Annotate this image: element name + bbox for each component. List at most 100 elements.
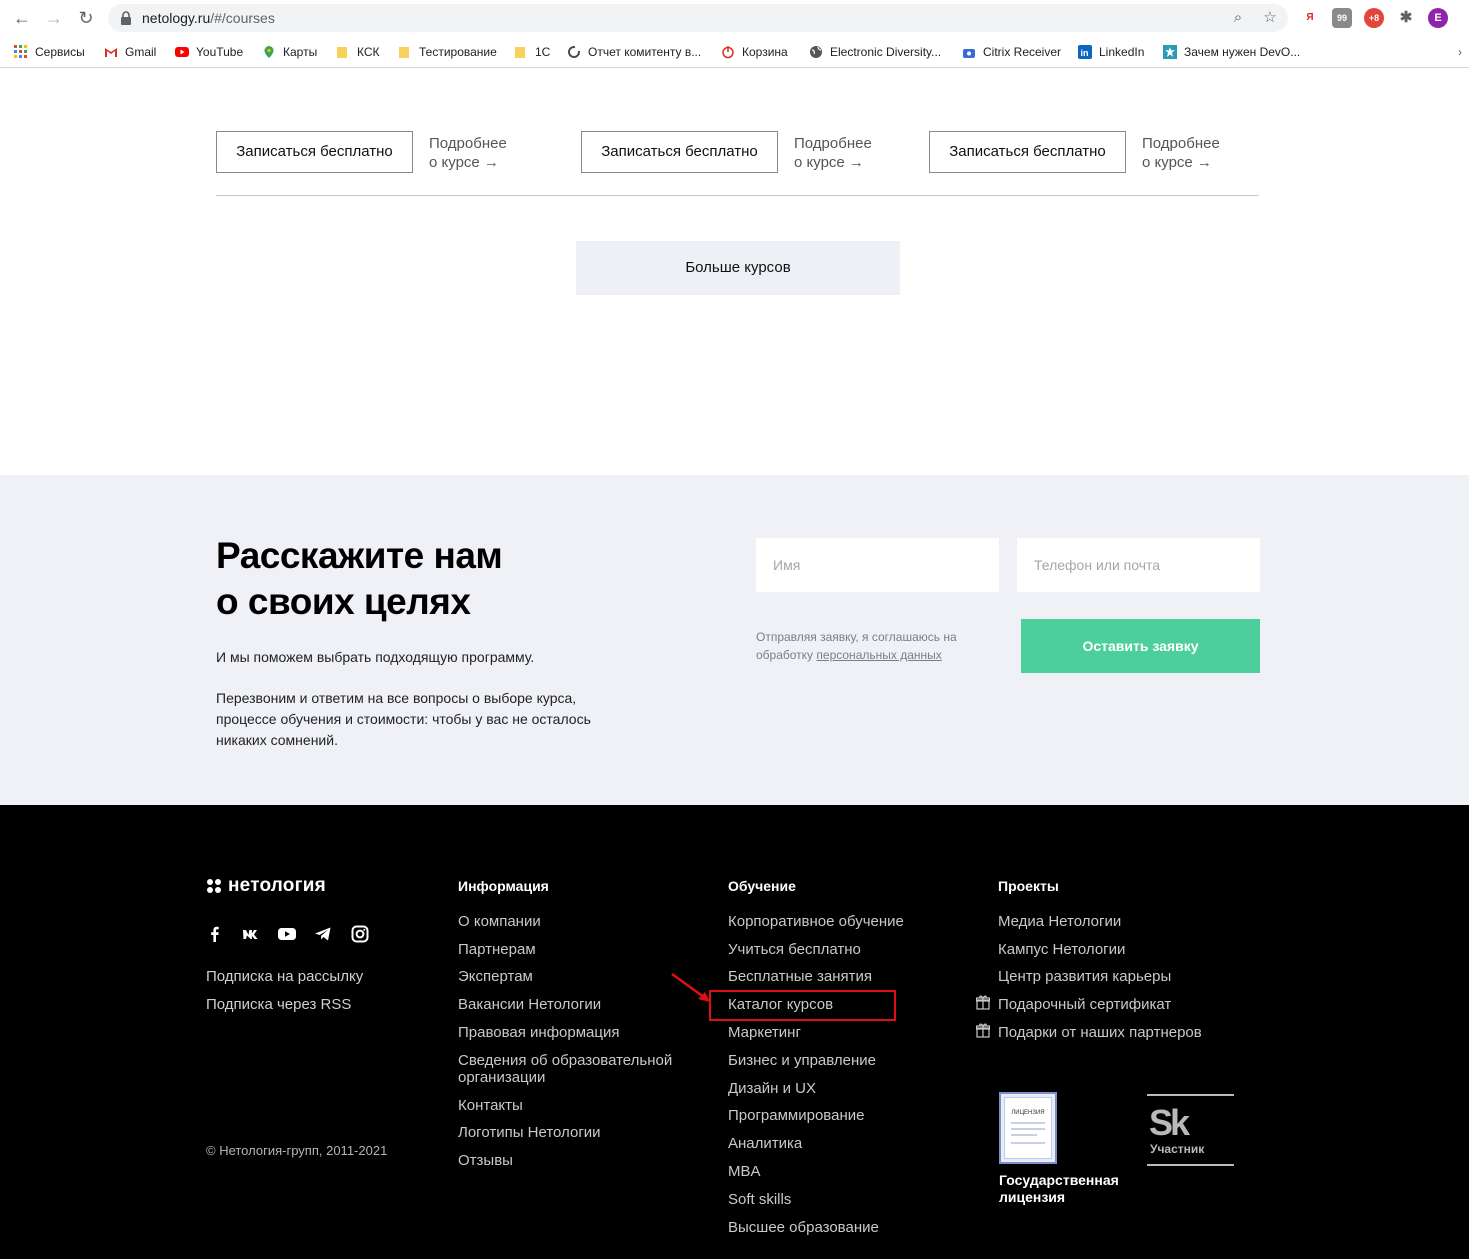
bookmark-citrix[interactable]: Citrix Receiver xyxy=(962,42,1061,62)
forward-arrow-icon[interactable]: → xyxy=(42,6,66,30)
contact-input[interactable]: Телефон или почта xyxy=(1017,538,1260,592)
footer-link-logos[interactable]: Логотипы Нетологии xyxy=(458,1124,601,1141)
yandex-extension-icon[interactable]: Я xyxy=(1300,8,1320,28)
consent-text: Отправляя заявку, я соглашаюсь на обрабо… xyxy=(756,628,996,664)
license-document-image[interactable]: ЛИЦЕНЗИЯ xyxy=(999,1092,1057,1164)
bookmark-maps[interactable]: Карты xyxy=(262,42,317,62)
footer-link-contacts[interactable]: Контакты xyxy=(458,1097,523,1114)
bookmark-trash[interactable]: Корзина xyxy=(721,42,788,62)
bookmark-label: 1С xyxy=(535,45,551,59)
sk-participant-text: Участник xyxy=(1150,1142,1205,1156)
bookmark-1c[interactable]: 1С xyxy=(514,42,550,62)
footer-link-partners[interactable]: Партнерам xyxy=(458,941,536,958)
youtube-icon[interactable] xyxy=(278,925,296,943)
more-line: Подробнее xyxy=(794,135,872,152)
footer-link-campus[interactable]: Кампус Нетологии xyxy=(998,941,1125,958)
footer-link-media[interactable]: Медиа Нетологии xyxy=(998,913,1121,930)
refresh-circle-icon xyxy=(568,46,580,58)
personal-data-link[interactable]: персональных данных xyxy=(816,648,941,662)
more-line: о курсе → xyxy=(429,154,499,171)
bookmarks-overflow-icon[interactable]: › xyxy=(1458,42,1462,62)
submit-request-button[interactable]: Оставить заявку xyxy=(1021,619,1260,673)
footer-link-gift-certificate[interactable]: Подарочный сертификат xyxy=(998,996,1171,1013)
skolkovo-participant-logo[interactable]: Sk Участник xyxy=(1147,1094,1234,1166)
bookmark-youtube[interactable]: YouTube xyxy=(175,42,243,62)
footer-link-partner-gifts[interactable]: Подарки от наших партнеров xyxy=(998,1024,1202,1041)
footer-link-business[interactable]: Бизнес и управление xyxy=(728,1052,876,1069)
bookmark-services[interactable]: Сервисы xyxy=(14,42,85,62)
zoom-icon[interactable]: ⌕ xyxy=(1228,8,1248,28)
footer-link-edu-info[interactable]: Сведения об образовательной организации xyxy=(458,1052,698,1086)
footer-link-design[interactable]: Дизайн и UX xyxy=(728,1080,816,1097)
bookmark-linkedin[interactable]: in LinkedIn xyxy=(1078,42,1144,62)
signup-free-button[interactable]: Записаться бесплатно xyxy=(216,131,413,173)
reload-icon[interactable]: ↻ xyxy=(74,6,98,30)
rss-subscribe-link[interactable]: Подписка через RSS xyxy=(206,996,351,1013)
info-heading: Информация xyxy=(458,878,549,894)
footer-link-analytics[interactable]: Аналитика xyxy=(728,1135,802,1152)
bookmark-label: КСК xyxy=(357,45,380,59)
extension-99-icon[interactable]: 99 xyxy=(1332,8,1352,28)
browser-toolbar: ← → ↻ netology.ru/#/courses ⌕ ☆ Я 99 +8 … xyxy=(0,0,1469,36)
linkedin-icon: in xyxy=(1078,45,1092,59)
power-icon xyxy=(722,46,734,59)
footer-link-higher-education[interactable]: Высшее образование xyxy=(728,1219,879,1236)
extensions-puzzle-icon[interactable]: ✱ xyxy=(1396,8,1416,28)
bookmark-label: Тестирование xyxy=(419,45,497,59)
course-details-link[interactable]: Подробнее о курсе → xyxy=(1142,134,1220,172)
learning-heading: Обучение xyxy=(728,878,796,894)
bookmark-star-icon[interactable]: ☆ xyxy=(1260,8,1280,28)
license-badge-text: ЛИЦЕНЗИЯ xyxy=(1011,1110,1045,1116)
bookmark-label: LinkedIn xyxy=(1099,45,1145,59)
bookmark-testing[interactable]: Тестирование xyxy=(398,42,497,62)
footer-link-programming[interactable]: Программирование xyxy=(728,1107,864,1124)
footer-link-learn-free[interactable]: Учиться бесплатно xyxy=(728,941,861,958)
footer-link-mba[interactable]: MBA xyxy=(728,1163,761,1180)
telegram-icon[interactable] xyxy=(314,925,332,943)
bookmark-gmail[interactable]: Gmail xyxy=(104,42,156,62)
vk-icon[interactable] xyxy=(242,925,260,943)
url-text: netology.ru/#/courses xyxy=(142,10,275,26)
course-details-link[interactable]: Подробнее о курсе → xyxy=(429,134,507,172)
footer-link-soft-skills[interactable]: Soft skills xyxy=(728,1191,791,1208)
newsletter-subscribe-link[interactable]: Подписка на рассылку xyxy=(206,968,363,985)
bookmark-label: Отчет комитенту в... xyxy=(588,45,702,59)
bookmark-ksk[interactable]: КСК xyxy=(336,42,380,62)
footer-link-marketing[interactable]: Маркетинг xyxy=(728,1024,801,1041)
signup-free-button[interactable]: Записаться бесплатно xyxy=(581,131,778,173)
bookmark-electronic-diversity[interactable]: Electronic Diversity... xyxy=(809,42,941,62)
more-line: о курсе → xyxy=(1142,154,1212,171)
footer-link-reviews[interactable]: Отзывы xyxy=(458,1152,513,1169)
footer-link-experts[interactable]: Экспертам xyxy=(458,968,533,985)
footer-link-vacancies[interactable]: Вакансии Нетологии xyxy=(458,996,601,1013)
lock-icon xyxy=(121,11,131,25)
bookmark-label: Gmail xyxy=(125,45,157,59)
name-input[interactable]: Имя xyxy=(756,538,999,592)
footer-link-about[interactable]: О компании xyxy=(458,913,541,930)
signup-free-button[interactable]: Записаться бесплатно xyxy=(929,131,1126,173)
more-line: о курсе → xyxy=(794,154,864,171)
globe-icon xyxy=(810,46,822,58)
facebook-icon[interactable] xyxy=(206,925,224,943)
footer-link-career-center[interactable]: Центр развития карьеры xyxy=(998,968,1171,985)
goals-description: Перезвоним и ответим на все вопросы о вы… xyxy=(216,690,591,748)
profile-avatar[interactable]: E xyxy=(1428,8,1448,28)
netology-logo[interactable]: нетология xyxy=(206,875,326,897)
instagram-icon[interactable] xyxy=(351,925,369,943)
bookmark-report[interactable]: Отчет комитенту в... xyxy=(567,42,701,62)
more-courses-button[interactable]: Больше курсов xyxy=(576,241,900,295)
bookmark-label: Зачем нужен DevO... xyxy=(1184,45,1301,59)
back-arrow-icon[interactable]: ← xyxy=(10,6,34,30)
address-bar[interactable]: netology.ru/#/courses ⌕ ☆ xyxy=(108,4,1288,32)
extension-plus8-icon[interactable]: +8 xyxy=(1364,8,1384,28)
course-details-link[interactable]: Подробнее о курсе → xyxy=(794,134,872,172)
more-line: Подробнее xyxy=(429,135,507,152)
gmail-icon xyxy=(105,48,117,57)
footer-link-corporate[interactable]: Корпоративное обучение xyxy=(728,913,904,930)
bookmark-label: Сервисы xyxy=(35,45,85,59)
goals-lead-text: И мы поможем выбрать подходящую программ… xyxy=(216,649,535,665)
footer-link-legal[interactable]: Правовая информация xyxy=(458,1024,619,1041)
citrix-icon xyxy=(963,49,975,58)
footer-link-free-classes[interactable]: Бесплатные занятия xyxy=(728,968,872,985)
bookmark-devops[interactable]: Зачем нужен DevO... xyxy=(1163,42,1300,62)
